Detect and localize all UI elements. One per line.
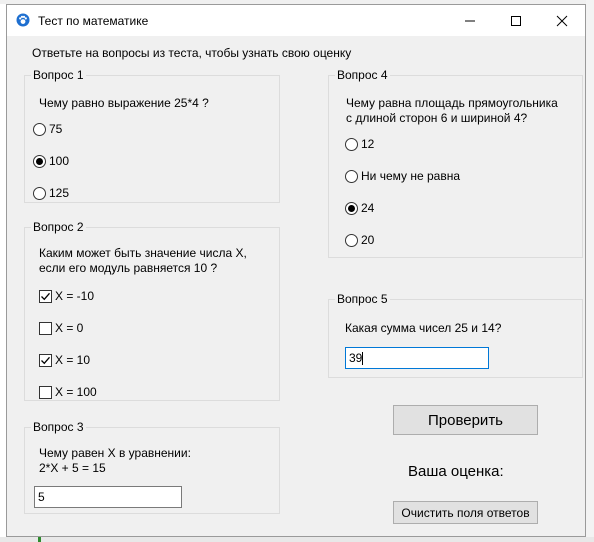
question-4-line-2: с длиной сторон 6 и шириной 4? — [346, 111, 528, 125]
title-bar[interactable]: Тест по математике — [7, 5, 585, 36]
question-4-text: Чему равна площадь прямоугольника с длин… — [346, 96, 558, 126]
score-label: Ваша оценка: — [408, 463, 504, 480]
checkbox[interactable] — [39, 385, 52, 399]
question-1-title: Вопрос 1 — [31, 68, 86, 82]
question-3-text: Чему равен X в уравнении: 2*X + 5 = 15 — [39, 446, 191, 476]
close-icon — [556, 15, 568, 26]
question-5-text: Какая сумма чисел 25 и 14? — [345, 321, 502, 335]
option-label: X = -10 — [55, 289, 95, 303]
q4-option-20[interactable]: 20 — [345, 233, 374, 247]
q1-option-75[interactable]: 75 — [33, 122, 62, 136]
paw-icon — [16, 13, 30, 27]
q2-option-0[interactable]: X = 0 — [39, 321, 83, 335]
question-1-group: Вопрос 1 Чему равно выражение 25*4 ? 75 … — [24, 68, 280, 203]
radio-button[interactable] — [345, 233, 358, 247]
radio-button[interactable] — [345, 137, 358, 151]
radio-button[interactable] — [345, 169, 358, 183]
question-4-group: Вопрос 4 Чему равна площадь прямоугольни… — [328, 68, 583, 258]
close-button[interactable] — [539, 5, 585, 36]
background-window-edge-bottom — [0, 537, 594, 542]
option-label: 12 — [361, 137, 375, 151]
q4-option-12[interactable]: 12 — [345, 137, 374, 151]
check-button[interactable]: Проверить — [393, 405, 538, 435]
radio-button-selected[interactable] — [345, 201, 358, 215]
background-green-marker — [38, 537, 41, 542]
option-label: 125 — [49, 186, 70, 200]
q4-option-24[interactable]: 24 — [345, 201, 374, 215]
option-label: X = 10 — [55, 353, 91, 367]
maximize-button[interactable] — [493, 5, 539, 36]
option-label: 24 — [361, 201, 375, 215]
checkbox-checked[interactable] — [39, 353, 52, 367]
question-2-text: Каким может быть значение числа X, если … — [39, 246, 247, 276]
instruction-text: Ответьте на вопросы из теста, чтобы узна… — [32, 46, 352, 60]
radio-button[interactable] — [33, 186, 46, 200]
question-3-group: Вопрос 3 Чему равен X в уравнении: 2*X +… — [24, 420, 280, 514]
checkbox[interactable] — [39, 321, 52, 335]
window-title: Тест по математике — [38, 14, 149, 28]
option-label: Ни чему не равна — [361, 169, 461, 183]
question-2-title: Вопрос 2 — [31, 220, 86, 234]
clear-answers-button[interactable]: Очистить поля ответов — [393, 501, 538, 524]
option-label: X = 0 — [55, 321, 84, 335]
option-label: 75 — [49, 122, 63, 136]
question-1-text: Чему равно выражение 25*4 ? — [39, 96, 209, 110]
question-2-line-2: если его модуль равняется 10 ? — [39, 261, 218, 275]
question-2-line-1: Каким может быть значение числа X, — [39, 246, 247, 260]
checkbox-checked[interactable] — [39, 289, 52, 303]
question-5-title: Вопрос 5 — [335, 292, 390, 306]
q1-option-125[interactable]: 125 — [33, 186, 69, 200]
question-5-answer-value: 39 — [349, 351, 363, 365]
question-5-group: Вопрос 5 Какая сумма чисел 25 и 14? 39 — [328, 292, 583, 378]
q1-option-100[interactable]: 100 — [33, 154, 69, 168]
q2-option-100[interactable]: X = 100 — [39, 385, 97, 399]
question-3-line-2: 2*X + 5 = 15 — [39, 461, 106, 475]
question-2-group: Вопрос 2 Каким может быть значение числа… — [24, 220, 280, 401]
maximize-icon — [511, 15, 521, 26]
radio-button[interactable] — [33, 122, 46, 136]
minimize-button[interactable] — [447, 5, 493, 36]
q2-option-minus-10[interactable]: X = -10 — [39, 289, 94, 303]
q4-option-none[interactable]: Ни чему не равна — [345, 169, 460, 183]
question-3-title: Вопрос 3 — [31, 420, 86, 434]
radio-button-selected[interactable] — [33, 154, 46, 168]
text-caret — [362, 352, 364, 366]
option-label: X = 100 — [55, 385, 97, 399]
background-window-edge-right — [586, 0, 594, 542]
quiz-window: Тест по математике Ответьте на вопросы и… — [6, 4, 586, 537]
question-5-answer-input[interactable]: 39 — [345, 347, 489, 369]
option-label: 100 — [49, 154, 70, 168]
option-label: 20 — [361, 233, 375, 247]
q2-option-10[interactable]: X = 10 — [39, 353, 90, 367]
question-3-answer-input[interactable]: 5 — [34, 486, 182, 508]
minimize-icon — [465, 20, 475, 21]
question-4-title: Вопрос 4 — [335, 68, 390, 82]
question-3-line-1: Чему равен X в уравнении: — [39, 446, 191, 460]
question-4-line-1: Чему равна площадь прямоугольника — [346, 96, 558, 110]
